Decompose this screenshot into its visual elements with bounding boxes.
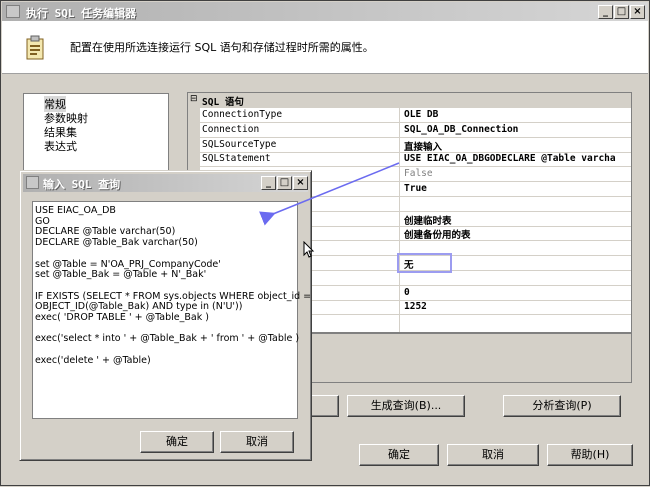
task-icon [26,35,44,60]
sql-line: DECLARE @Table varchar(50) [35,226,176,238]
dialog-cancel-button[interactable]: 取消 [220,431,294,453]
property-name: ConnectionType [202,109,283,120]
header-description: 配置在使用所选连接运行 SQL 语句和存储过程时所需的属性。 [70,41,374,54]
dialog-title-bar[interactable]: 输入 SQL 查询 _ □ × [23,174,308,192]
sql-query-dialog: 输入 SQL 查询 _ □ × USE EIAC_OA_DB GO DECLARE … [19,170,312,461]
property-value[interactable]: 创建临时表 [404,213,452,227]
property-value[interactable]: OLE DB [404,109,438,120]
mouse-cursor-icon [303,241,315,258]
selected-value-box [397,253,452,273]
section-title: SQL 语句 [202,97,244,108]
build-query-button[interactable]: 生成查询(B)... [347,395,465,417]
property-value[interactable]: 0 [404,287,410,298]
collapse-icon[interactable]: ⊟ [190,94,198,104]
dialog-minimize-button[interactable]: _ [261,176,276,190]
property-name: SQLStatement [202,153,271,165]
section-header[interactable]: ⊟ SQL 语句 [188,93,631,108]
window-title: 执行 SQL 任务编辑器 [26,7,137,20]
property-row[interactable]: Connection SQL_OA_DB_Connection [188,123,631,138]
property-value[interactable]: SQL_OA_DB_Connection [404,124,518,135]
app-icon [6,5,20,18]
property-row[interactable]: ConnectionType OLE DB [188,108,631,123]
maximize-button[interactable]: □ [614,5,629,19]
sql-editor[interactable]: USE EIAC_OA_DB GO DECLARE @Table varchar(5… [32,201,311,419]
sql-line: IF EXISTS (SELECT * FROM sys.objects WHE… [35,290,312,302]
sql-line: GO [35,215,50,227]
sql-line: set @Table_Bak = @Table + N'_Bak' [35,269,207,281]
property-value[interactable]: True [404,183,427,194]
sql-line: exec('delete ' + @Table) [35,354,151,366]
property-name: SQLSourceType [202,138,277,150]
dialog-close-button[interactable]: × [293,176,308,190]
sql-line: OBJECT_ID(@Table_Bak) AND type in (N'U')… [35,301,243,313]
property-value[interactable]: USE EIAC_OA_DBGODECLARE @Table varcha [404,153,616,164]
minimize-button[interactable]: _ [598,5,613,19]
sql-line: exec( 'DROP TABLE ' + @Table_Bak ) [35,312,209,323]
property-row[interactable]: SQLSourceType 直接输入 [188,138,631,153]
parse-query-button[interactable]: 分析查询(P) [503,395,621,417]
property-value[interactable]: 直接输入 [404,139,442,153]
dialog-title: 输入 SQL 查询 [43,178,121,191]
close-button[interactable]: × [630,5,645,19]
property-name: Connection [202,123,260,135]
header-panel: 配置在使用所选连接运行 SQL 语句和存储过程时所需的属性。 [2,21,648,74]
dialog-ok-button[interactable]: 确定 [140,431,214,453]
title-bar[interactable]: 执行 SQL 任务编辑器 _ □ × [2,2,648,21]
sql-line: exec('select * into ' + @Table_Bak + ' f… [35,333,300,345]
help-button[interactable]: 帮助(H) [547,444,633,466]
property-value[interactable]: False [404,168,433,179]
property-row[interactable]: SQLStatement USE EIAC_OA_DBGODECLARE @Tab… [188,152,631,168]
nav-item-expressions[interactable]: 表达式 [44,138,77,154]
sql-line: USE EIAC_OA_DB [35,205,116,216]
dialog-maximize-button[interactable]: □ [277,176,292,190]
sql-line: set @Table = N'OA_PRJ_CompanyCode' [35,258,221,270]
dialog-app-icon [26,176,39,189]
ok-button[interactable]: 确定 [359,444,439,466]
property-value[interactable]: 1252 [404,301,427,312]
property-value[interactable]: 创建备份用的表 [404,227,471,241]
sql-task-editor-window: 执行 SQL 任务编辑器 _ □ × 配置在使用所选连接运行 SQL 语句和存储… [0,0,650,486]
sql-line: DECLARE @Table_Bak varchar(50) [35,237,198,249]
cancel-button[interactable]: 取消 [447,444,539,466]
